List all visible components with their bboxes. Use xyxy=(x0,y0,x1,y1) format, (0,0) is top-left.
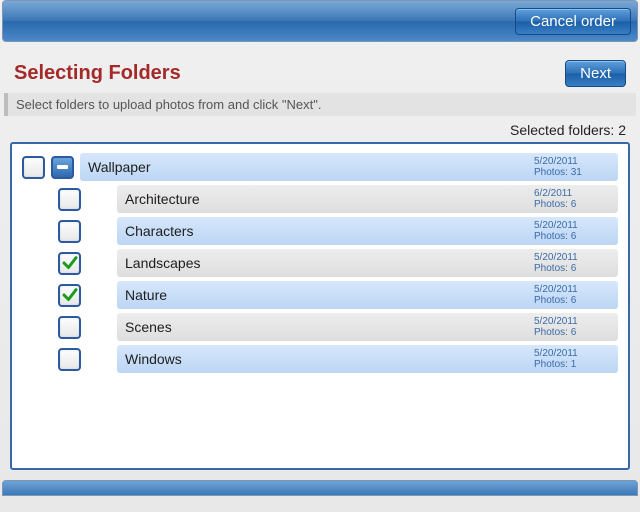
folder-meta: 5/20/2011Photos: 6 xyxy=(534,220,610,242)
bottom-bar xyxy=(2,480,638,496)
page-title: Selecting Folders xyxy=(14,62,181,85)
top-bar: Cancel order xyxy=(2,0,638,42)
folder-bar[interactable]: Nature 5/20/2011Photos: 6 xyxy=(117,281,618,309)
folder-name: Nature xyxy=(125,287,167,303)
minus-icon xyxy=(57,165,68,169)
folder-tree-panel: Wallpaper 5/20/2011 Photos: 31 Architect… xyxy=(10,142,630,470)
folder-name: Scenes xyxy=(125,319,172,335)
checkbox[interactable] xyxy=(58,284,81,307)
folder-bar-root[interactable]: Wallpaper 5/20/2011 Photos: 31 xyxy=(80,153,618,181)
folder-row: Landscapes 5/20/2011Photos: 6 xyxy=(22,248,618,278)
folder-meta: 5/20/2011 Photos: 31 xyxy=(534,156,610,178)
folder-bar[interactable]: Scenes 5/20/2011Photos: 6 xyxy=(117,313,618,341)
folder-name: Landscapes xyxy=(125,255,201,271)
checkbox[interactable] xyxy=(58,252,81,275)
folder-bar[interactable]: Landscapes 5/20/2011Photos: 6 xyxy=(117,249,618,277)
folder-meta: 6/2/2011Photos: 6 xyxy=(534,188,610,210)
folder-meta: 5/20/2011Photos: 1 xyxy=(534,348,610,370)
folder-meta: 5/20/2011Photos: 6 xyxy=(534,284,610,306)
folder-name: Windows xyxy=(125,351,182,367)
folder-bar[interactable]: Characters 5/20/2011Photos: 6 xyxy=(117,217,618,245)
checkbox[interactable] xyxy=(58,220,81,243)
checkbox[interactable] xyxy=(58,348,81,371)
folder-row: Scenes 5/20/2011Photos: 6 xyxy=(22,312,618,342)
collapse-toggle[interactable] xyxy=(51,156,74,179)
folder-meta: 5/20/2011Photos: 6 xyxy=(534,252,610,274)
folder-row: Windows 5/20/2011Photos: 1 xyxy=(22,344,618,374)
folder-name: Wallpaper xyxy=(88,159,151,175)
cancel-order-button[interactable]: Cancel order xyxy=(515,8,631,35)
folder-row: Characters 5/20/2011Photos: 6 xyxy=(22,216,618,246)
checkbox[interactable] xyxy=(58,316,81,339)
selected-folders-count: Selected folders: 2 xyxy=(0,116,640,142)
folder-row: Architecture 6/2/2011Photos: 6 xyxy=(22,184,618,214)
checkbox-root[interactable] xyxy=(22,156,45,179)
folder-bar[interactable]: Windows 5/20/2011Photos: 1 xyxy=(117,345,618,373)
instruction-text: Select folders to upload photos from and… xyxy=(4,93,636,116)
folder-row: Nature 5/20/2011Photos: 6 xyxy=(22,280,618,310)
folder-name: Characters xyxy=(125,223,193,239)
folder-bar[interactable]: Architecture 6/2/2011Photos: 6 xyxy=(117,185,618,213)
folder-row-root: Wallpaper 5/20/2011 Photos: 31 xyxy=(22,152,618,182)
checkbox[interactable] xyxy=(58,188,81,211)
next-button[interactable]: Next xyxy=(565,60,626,87)
folder-meta: 5/20/2011Photos: 6 xyxy=(534,316,610,338)
folder-name: Architecture xyxy=(125,191,200,207)
